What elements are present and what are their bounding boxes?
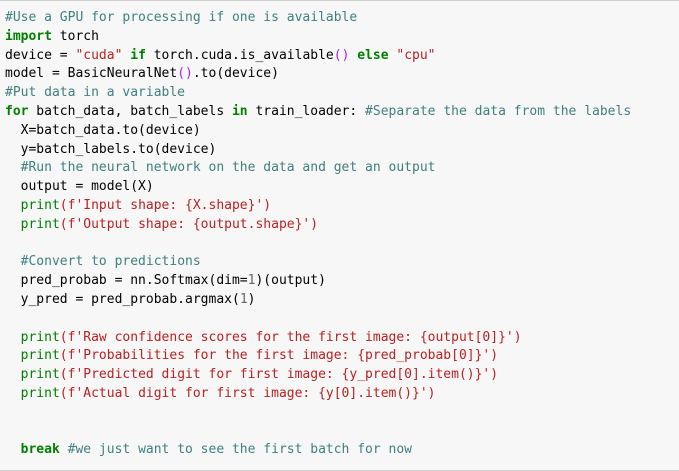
code-token: torch (51, 28, 99, 44)
code-token: (f'Output shape: {output.shape}') (59, 216, 319, 232)
code-token: (f'Input shape: {X.shape}') (59, 197, 272, 213)
code-line: #Convert to predictions (5, 253, 631, 272)
code-token: print (20, 367, 60, 383)
code-token: #Run the neural network on the data and … (20, 160, 436, 176)
code-token: #Put data in a variable (5, 85, 186, 101)
code-token: )(output) (255, 273, 326, 289)
code-line: y=batch_labels.to(device) (5, 141, 631, 160)
code-token: for (5, 103, 29, 119)
code-token: (f'Probabilities for the first image: {p… (59, 348, 499, 364)
code-line: model = BasicNeuralNet().to(device) (5, 65, 631, 84)
code-line: import torch (5, 28, 631, 47)
code-token: () (333, 47, 350, 63)
code-token: (f'Actual digit for first image: {y[0].i… (59, 385, 436, 401)
code-token: () (177, 66, 193, 82)
code-line: #Run the neural network on the data and … (5, 159, 631, 178)
code-line: pred_probab = nn.Softmax(dim=1)(output) (5, 272, 631, 291)
code-token: (f'Raw confidence scores for the first i… (59, 329, 522, 345)
code-token: import (5, 28, 52, 44)
code-line: y_pred = pred_probab.argmax(1) (5, 291, 631, 310)
code-token: y_pred = pred_probab.argmax( (5, 291, 240, 307)
code-line: for batch_data, batch_labels in train_lo… (5, 103, 631, 122)
code-token: (f'Predicted digit for first image: {y_p… (59, 367, 499, 383)
code-token: #Separate the data from the labels (365, 103, 632, 119)
code-line: print(f'Output shape: {output.shape}') (5, 216, 631, 235)
code-token: break (20, 442, 60, 458)
code-line: print(f'Actual digit for first image: {y… (5, 385, 631, 404)
code-token: ) (247, 291, 256, 307)
code-token: print (20, 385, 60, 401)
code-token: print (20, 329, 60, 345)
code-token: torch.cuda.is_available (153, 47, 334, 63)
code-token: print (20, 348, 60, 364)
code-token: .to(device) (192, 66, 279, 82)
code-token: X=batch_data.to(device) (5, 122, 201, 138)
code-token: "cpu" (396, 47, 436, 63)
code-line: #Use a GPU for processing if one is avai… (5, 9, 631, 28)
code-token: print (20, 216, 60, 232)
code-token: #Use a GPU for processing if one is avai… (5, 10, 358, 25)
code-token: output = model(X) (5, 179, 154, 195)
code-token: else (349, 47, 397, 63)
code-line: print(f'Predicted digit for first image:… (5, 366, 631, 385)
code-token: batch_data, batch_labels (28, 103, 232, 119)
code-token: #Convert to predictions (20, 254, 201, 270)
code-line: X=batch_data.to(device) (5, 122, 631, 141)
code-token: "cuda" (75, 47, 123, 63)
code-line: print(f'Raw confidence scores for the fi… (5, 329, 631, 348)
code-token: model = BasicNeuralNet (5, 66, 178, 82)
code-token: device = (5, 47, 76, 63)
code-line: break #we just want to see the first bat… (5, 441, 631, 460)
code-token: if (122, 47, 154, 63)
code-editor[interactable]: #Use a GPU for processing if one is avai… (5, 9, 631, 460)
code-token: train_loader: (247, 103, 366, 119)
code-line: print(f'Input shape: {X.shape}') (5, 197, 631, 216)
code-token: 1 (239, 291, 248, 307)
code-cell[interactable]: #Use a GPU for processing if one is avai… (0, 0, 679, 471)
code-token: y=batch_labels.to(device) (5, 141, 217, 157)
code-line: output = model(X) (5, 178, 631, 197)
code-token: in (231, 103, 248, 119)
code-token: print (20, 197, 60, 213)
code-line: print(f'Probabilities for the first imag… (5, 347, 631, 366)
code-token: #we just want to see the first batch for… (67, 442, 412, 458)
code-line: #Put data in a variable (5, 84, 631, 103)
code-token: pred_probab = nn.Softmax(dim= (5, 273, 248, 289)
code-line: device = "cuda" if torch.cuda.is_availab… (5, 47, 631, 66)
